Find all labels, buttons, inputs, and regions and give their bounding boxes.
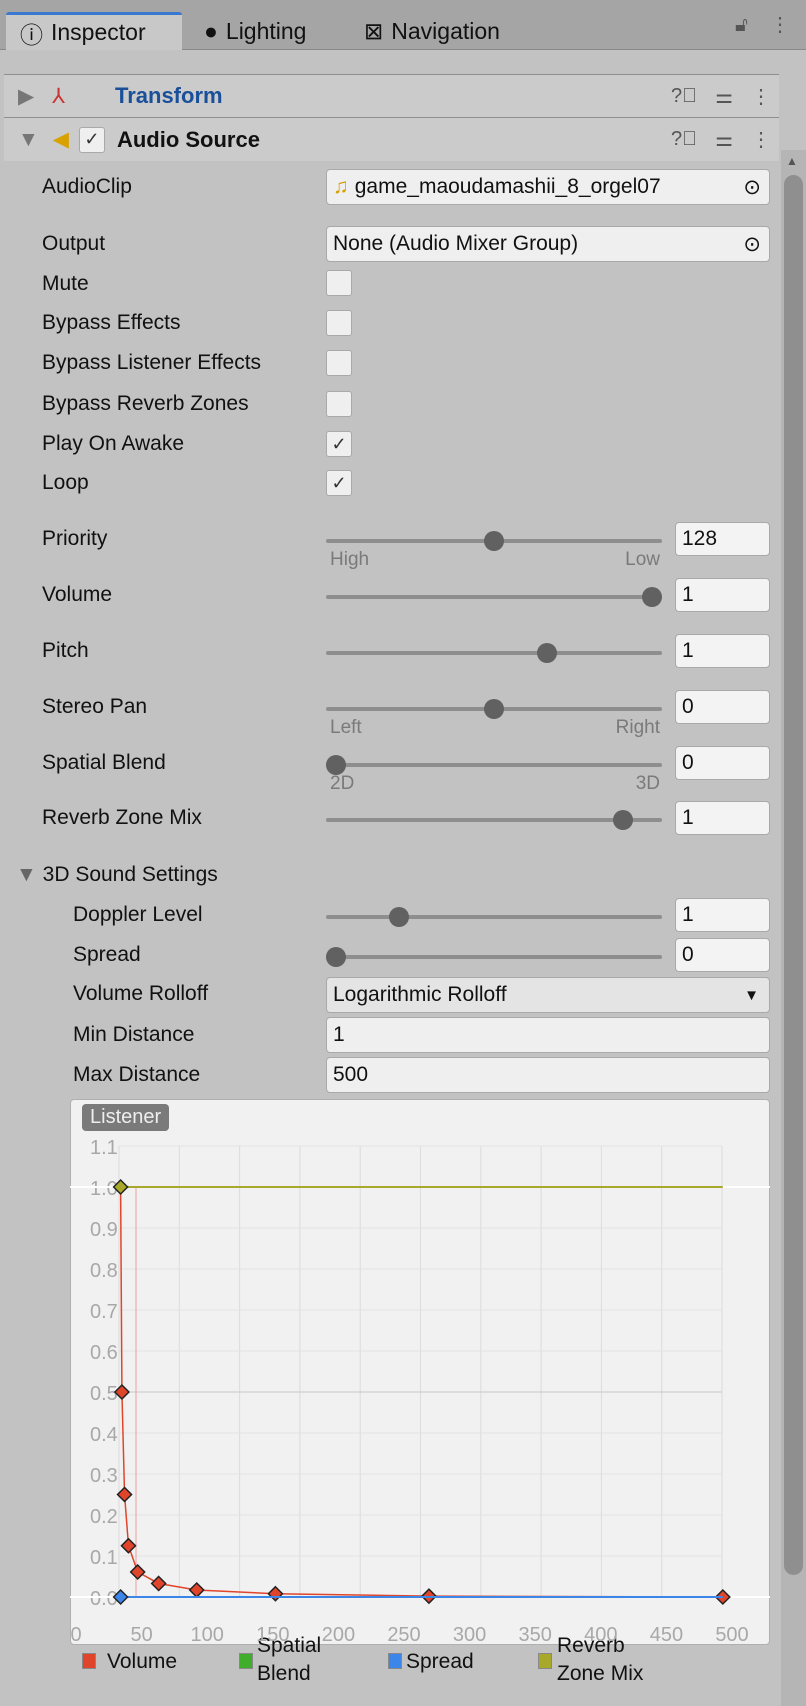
x-tick-label: 250 — [387, 1624, 420, 1646]
y-tick-label: 0.8 — [90, 1260, 118, 1282]
x-tick-label: 300 — [453, 1624, 486, 1646]
data-point — [150, 1575, 167, 1592]
y-tick-label: 0.9 — [90, 1219, 118, 1241]
data-point — [120, 1537, 137, 1554]
y-tick-label: 0.5 — [90, 1383, 118, 1405]
y-tick-label: 1.1 — [90, 1137, 118, 1159]
y-tick-label: 0.1 — [90, 1547, 118, 1569]
x-tick-label: 150 — [256, 1624, 289, 1646]
y-tick-label: 0.4 — [90, 1424, 118, 1446]
rolloff-chart-svg: 0.0 0.1 0.2 0.3 0.4 0.5 0.6 0.7 0.8 0.9 1.0 1.1 0 50 1… — [70, 1137, 770, 1646]
listener-badge: Listener — [82, 1104, 170, 1131]
data-point — [116, 1486, 133, 1503]
x-tick-label: 350 — [519, 1624, 552, 1646]
data-point — [188, 1581, 205, 1599]
data-point — [267, 1585, 284, 1602]
y-tick-label: 1.0 — [90, 1178, 118, 1200]
x-tick-label: 0 — [70, 1624, 81, 1646]
y-tick-label: 0.0 — [90, 1588, 118, 1610]
x-tick-label: 50 — [130, 1624, 152, 1646]
y-tick-label: 0.7 — [90, 1301, 118, 1323]
x-tick-label: 100 — [191, 1624, 224, 1646]
x-tick-label: 500 — [715, 1624, 748, 1646]
x-tick-label: 400 — [584, 1624, 617, 1646]
x-tick-label: 200 — [322, 1624, 355, 1646]
data-point — [129, 1563, 146, 1581]
x-tick-label: 450 — [650, 1624, 683, 1646]
y-tick-label: 0.3 — [90, 1465, 118, 1487]
y-tick-label: 0.6 — [90, 1342, 118, 1364]
y-tick-label: 0.2 — [90, 1506, 118, 1528]
